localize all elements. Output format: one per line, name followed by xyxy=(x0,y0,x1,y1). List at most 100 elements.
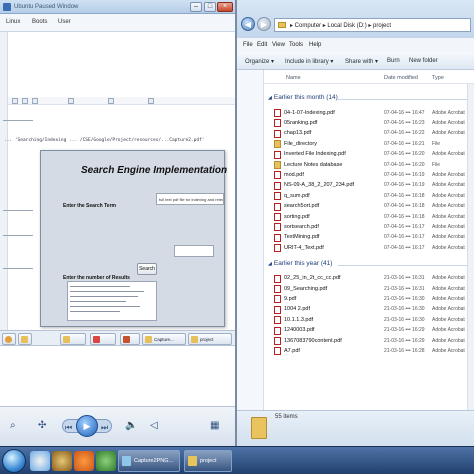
new-folder-button[interactable]: New folder xyxy=(409,58,438,64)
group-divider xyxy=(338,99,468,100)
minimize-button[interactable]: – xyxy=(190,2,202,12)
media-player-bar: ⌕ ✣ ⏮ ▶ ⏭ 🔈 ◁ ▦ xyxy=(0,406,235,446)
burn-button[interactable]: Burn xyxy=(387,58,400,64)
collapse-arrow-icon[interactable]: ◢ xyxy=(268,261,272,267)
file-row[interactable]: 09_Searching.pdf 21-03-16 ••• 16:31 Adobe … xyxy=(264,284,474,294)
column-name[interactable]: Name xyxy=(286,75,301,81)
vertical-scrollbar[interactable] xyxy=(467,84,474,410)
toolbar-icon[interactable] xyxy=(32,98,38,104)
task-tab-folder[interactable] xyxy=(18,333,32,345)
file-row[interactable]: chap13.pdf 07-04-16 ••• 16:22 Adobe Acroba… xyxy=(264,129,474,139)
toolbar-icon[interactable] xyxy=(68,98,74,104)
left-toolbar-row xyxy=(8,97,235,105)
file-row[interactable]: 02_25_in_2t_cc_cc.pdf 21-03-16 ••• 16:31 A… xyxy=(264,274,474,284)
file-row[interactable]: NS-09-A_38_2_207_234.pdf 07-04-16 ••• 16:… xyxy=(264,181,474,191)
shuffle-icon[interactable]: ✣ xyxy=(38,421,46,431)
toolbar-icon[interactable] xyxy=(12,98,18,104)
file-name: sorting.pdf xyxy=(284,213,310,220)
file-row[interactable]: 9.pdf 21-03-16 ••• 16:30 Adobe Acrobat xyxy=(264,294,474,304)
menu-file[interactable]: File xyxy=(243,42,253,48)
file-row[interactable]: sortsearch.pdf 07-04-16 ••• 16:17 Adobe Ac… xyxy=(264,222,474,232)
start-button[interactable] xyxy=(2,449,26,473)
results-box[interactable] xyxy=(67,281,157,321)
taskbar-task-project[interactable]: project xyxy=(184,450,232,472)
task-tab-ppt[interactable] xyxy=(120,333,140,345)
search-term-input[interactable]: full text pdf file for indexing and rele… xyxy=(156,193,224,205)
address-bar[interactable]: ▸ Computer ▸ Local Disk (D:) ▸ project xyxy=(274,18,471,32)
task-tab-project[interactable]: project xyxy=(188,333,232,345)
explorer-icon[interactable] xyxy=(52,451,72,471)
file-row[interactable]: Inverted File Indexing.pdf 07-04-16 ••• 1… xyxy=(264,150,474,160)
file-type: File xyxy=(432,140,441,147)
toolbar-icon[interactable] xyxy=(22,98,28,104)
dialog-title: Search Engine Implementation xyxy=(81,165,228,176)
task-tab-folder-2[interactable] xyxy=(60,333,86,345)
app-icon[interactable] xyxy=(96,451,116,471)
file-name: 10.1.1.3.pdf xyxy=(284,316,314,323)
file-name: TextMining.pdf xyxy=(284,234,320,241)
ie-icon[interactable] xyxy=(30,451,50,471)
left-window-title: Ubuntu Paused Window xyxy=(14,4,79,10)
file-row[interactable]: sorting.pdf 07-04-16 ••• 16:18 Adobe Acrob… xyxy=(264,212,474,222)
file-row[interactable]: search5ort.pdf 07-04-16 ••• 16:18 Adobe Ac… xyxy=(264,202,474,212)
group-header[interactable]: ◢ Earlier this month (14) xyxy=(268,94,468,106)
pdf-icon xyxy=(274,129,281,138)
file-row[interactable]: q_sum.pdf 07-04-16 ••• 16:18 Adobe Acrobat xyxy=(264,191,474,201)
previous-icon[interactable]: ⏮ xyxy=(65,423,72,433)
file-row[interactable]: 04-1-07-Indexing.pdf 07-04-16 ••• 16:47 Ad… xyxy=(264,108,474,118)
menu-help[interactable]: Help xyxy=(309,42,321,48)
back-button[interactable]: ◀ xyxy=(241,17,255,31)
menu-edit[interactable]: Edit xyxy=(257,42,267,48)
navigation-pane[interactable] xyxy=(237,70,264,410)
file-row[interactable]: 10.1.1.3.pdf 21-03-16 ••• 16:30 Adobe Acro… xyxy=(264,315,474,325)
file-date: 07-04-16 ••• 16:20 xyxy=(384,151,425,158)
left-menu-bar: Linux Boots User xyxy=(0,14,235,32)
next-icon[interactable]: ⏭ xyxy=(101,423,108,433)
file-date: 07-04-16 ••• 16:18 xyxy=(384,213,425,220)
left-menu-item[interactable]: User xyxy=(58,19,71,25)
file-row[interactable]: 1004 2.pdf 21-03-16 ••• 16:30 Adobe Acroba… xyxy=(264,305,474,315)
task-tab-pdf[interactable] xyxy=(90,333,116,345)
forward-button[interactable]: ▶ xyxy=(257,17,271,31)
toolbar-icon[interactable] xyxy=(108,98,114,104)
group-header[interactable]: ◢ Earlier this year (41) xyxy=(268,260,468,272)
switch-view-icon[interactable]: ▦ xyxy=(210,421,219,431)
maximize-button[interactable]: □ xyxy=(204,2,216,12)
file-row[interactable]: 1240003.pdf 21-03-16 ••• 16:29 Adobe Acrob… xyxy=(264,326,474,336)
file-type: Adobe Acrobat xyxy=(432,171,465,178)
organize-button[interactable]: Organize ▾ xyxy=(245,58,274,65)
task-tab-chrome[interactable] xyxy=(2,333,16,345)
file-row[interactable]: 05ranking.pdf 07-04-16 ••• 16:23 Adobe Acr… xyxy=(264,118,474,128)
file-row[interactable]: A7.pdf 21-03-16 ••• 16:28 Adobe Acrobat xyxy=(264,346,474,356)
menu-tools[interactable]: Tools xyxy=(289,42,303,48)
pdf-icon xyxy=(274,244,281,253)
result-count-input[interactable] xyxy=(174,245,214,257)
file-row[interactable]: 1367083790content.pdf 21-03-16 ••• 16:29 A… xyxy=(264,336,474,346)
taskbar-task-capture[interactable]: Capture2PNG... xyxy=(118,450,180,472)
share-with-button[interactable]: Share with ▾ xyxy=(345,58,378,65)
result-line xyxy=(70,301,126,302)
file-row[interactable]: TextMining.pdf 07-04-16 ••• 16:17 Adobe Ac… xyxy=(264,233,474,243)
menu-view[interactable]: View xyxy=(272,42,285,48)
left-menu-item[interactable]: Linux xyxy=(6,19,20,25)
column-date[interactable]: Date modified xyxy=(384,75,418,81)
file-row[interactable]: URIT-4_Text.pdf 07-04-16 ••• 16:17 Adobe A… xyxy=(264,243,474,253)
mute-icon[interactable]: ◁ xyxy=(150,421,158,431)
file-row[interactable]: Lecture Notes database 07-04-16 ••• 16:20… xyxy=(264,160,474,170)
column-type[interactable]: Type xyxy=(432,75,444,81)
volume-icon[interactable]: 🔈 xyxy=(125,421,137,431)
search-icon[interactable]: ⌕ xyxy=(10,421,16,431)
file-row[interactable]: File_directory 07-04-16 ••• 16:21 File xyxy=(264,139,474,149)
file-row[interactable]: mod.pdf 07-04-16 ••• 16:19 Adobe Acrobat xyxy=(264,170,474,180)
media-player-icon[interactable] xyxy=(74,451,94,471)
play-button[interactable]: ▶ xyxy=(76,415,98,437)
task-tab-capture[interactable]: Capture... xyxy=(142,333,186,345)
chrome-icon xyxy=(5,336,12,343)
close-button[interactable]: × xyxy=(217,2,233,12)
toolbar-icon[interactable] xyxy=(148,98,154,104)
include-in-library-button[interactable]: Include in library ▾ xyxy=(285,58,333,65)
search-button[interactable]: Search xyxy=(137,263,157,275)
collapse-arrow-icon[interactable]: ◢ xyxy=(268,95,272,101)
search-dialog: Search Engine Implementation Enter the S… xyxy=(40,150,228,327)
left-menu-item[interactable]: Boots xyxy=(32,19,47,25)
